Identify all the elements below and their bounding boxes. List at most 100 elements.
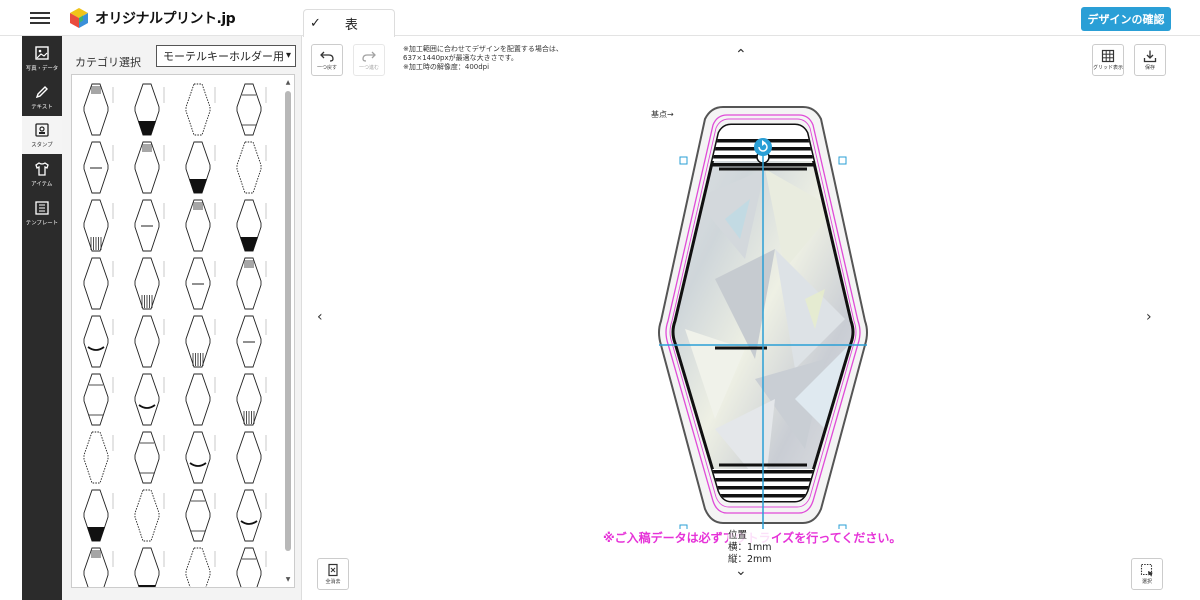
undo-icon (320, 51, 334, 62)
stamp-thumbnail[interactable] (184, 545, 224, 587)
site-logo[interactable]: オリジナルプリント.jp (68, 6, 236, 30)
stamp-thumbnail[interactable] (82, 371, 122, 429)
stamp-thumbnail[interactable] (133, 81, 173, 139)
sidebar-item-template[interactable]: テンプレート (22, 194, 62, 232)
clear-label: 全消去 (325, 579, 341, 585)
redo-button[interactable]: 一つ進む (353, 44, 385, 76)
image-icon (35, 45, 49, 60)
scroll-thumb[interactable] (285, 91, 291, 551)
select-icon (1140, 563, 1153, 577)
stamp-thumbnail[interactable] (184, 429, 224, 487)
scroll-up-icon[interactable]: ▲ (284, 79, 292, 86)
template-icon (35, 200, 49, 215)
keyholder-stamp-icon (185, 547, 216, 587)
stamp-thumbnail[interactable] (184, 139, 224, 197)
sidebar-item-photo[interactable]: 写真・データ (22, 39, 62, 77)
stamp-thumbnail[interactable] (235, 429, 275, 487)
stamp-thumbnail[interactable] (133, 197, 173, 255)
stamp-scrollbar[interactable]: ▲ ▼ (284, 79, 292, 583)
scroll-down-icon[interactable]: ▼ (284, 576, 292, 583)
stamp-thumbnail[interactable] (235, 487, 275, 545)
category-select[interactable]: モーテルキーホルダー用 ▾ (156, 45, 296, 67)
keyholder-stamp-icon (134, 547, 165, 587)
stamp-icon (35, 122, 49, 137)
cube-logo-icon (70, 8, 88, 28)
stamp-thumbnail[interactable] (184, 487, 224, 545)
stamp-grid-box: ▲ ▼ (71, 74, 295, 588)
stamp-thumbnail[interactable] (82, 81, 122, 139)
stamp-thumbnail[interactable] (133, 371, 173, 429)
tab-front[interactable]: ✓ 表 (303, 9, 395, 37)
sidebar-item-item[interactable]: アイテム (22, 155, 62, 193)
tool-sidebar: 写真・データ テキスト スタンプ アイテム テンプレート (22, 36, 62, 600)
note-line-3: ※加工時の解像度：400dpi (403, 63, 490, 71)
position-readout: 位置 横：1mm 縦：2mm (728, 530, 772, 566)
stamp-thumbnail[interactable] (235, 313, 275, 371)
stamp-thumbnail[interactable] (133, 313, 173, 371)
chevron-down-icon: ▾ (285, 50, 291, 61)
stamp-thumbnail[interactable] (133, 487, 173, 545)
stamp-thumbnail[interactable] (184, 255, 224, 313)
stamp-thumbnail[interactable] (82, 487, 122, 545)
stamp-thumbnail[interactable] (82, 429, 122, 487)
stamp-thumbnail[interactable] (133, 429, 173, 487)
keyholder-stamp-icon (185, 315, 216, 368)
rotate-handle-icon[interactable] (754, 138, 772, 156)
keyholder-stamp-icon (83, 257, 114, 310)
chevron-up-icon[interactable]: ⌃ (735, 47, 747, 63)
stamp-thumbnail[interactable] (133, 255, 173, 313)
sidebar-item-label: 写真・データ (25, 64, 59, 72)
select-button[interactable]: 選択 (1131, 558, 1163, 590)
sidebar-item-text[interactable]: テキスト (22, 78, 62, 116)
stamp-thumbnail[interactable] (82, 139, 122, 197)
category-select-value: モーテルキーホルダー用 (163, 50, 284, 63)
keyholder-design[interactable] (655, 99, 871, 529)
keyholder-stamp-icon (83, 373, 114, 426)
stamp-thumbnail[interactable] (82, 313, 122, 371)
resize-handle-tl[interactable] (679, 156, 688, 165)
grid-toggle-button[interactable]: グリッド表示 (1092, 44, 1124, 76)
stamp-thumbnail[interactable] (82, 197, 122, 255)
stamp-thumbnail[interactable] (82, 545, 122, 587)
keyholder-stamp-icon (134, 315, 165, 368)
keyholder-stamp-icon (134, 199, 165, 252)
stamp-thumbnail[interactable] (133, 139, 173, 197)
position-title: 位置 (728, 530, 748, 541)
clear-all-button[interactable]: 全消去 (317, 558, 349, 590)
tab-front-label: 表 (344, 18, 358, 33)
top-bar: オリジナルプリント.jp ✓ 表 デザインの確認 (0, 0, 1200, 37)
stamp-thumbnail[interactable] (184, 197, 224, 255)
chevron-left-icon[interactable]: ‹ (317, 309, 323, 325)
shirt-icon (35, 161, 49, 176)
stamp-thumbnail[interactable] (235, 545, 275, 587)
sidebar-item-stamp[interactable]: スタンプ (22, 116, 62, 154)
stamp-thumbnail[interactable] (235, 139, 275, 197)
stamp-thumbnail[interactable] (235, 197, 275, 255)
stamp-thumbnail[interactable] (184, 313, 224, 371)
stamp-thumbnail[interactable] (184, 371, 224, 429)
stamp-thumbnail[interactable] (133, 545, 173, 587)
keyholder-stamp-icon (83, 547, 114, 587)
clear-icon (328, 563, 338, 577)
stamp-thumbnail[interactable] (235, 81, 275, 139)
stamp-panel: カテゴリ選択 モーテルキーホルダー用 ▾ ▲ ▼ (62, 36, 302, 600)
confirm-design-button[interactable]: デザインの確認 (1081, 7, 1171, 31)
position-x: 横：1mm (728, 542, 772, 553)
keyholder-stamp-icon (185, 431, 216, 484)
stamp-thumbnail[interactable] (82, 255, 122, 313)
download-icon (1143, 50, 1157, 63)
redo-label: 一つ進む (358, 65, 379, 71)
stamp-thumbnail[interactable] (235, 371, 275, 429)
keyholder-stamp-icon (134, 489, 165, 542)
keyholder-stamp-icon (134, 373, 165, 426)
save-button[interactable]: 保存 (1134, 44, 1166, 76)
sidebar-item-label: アイテム (31, 180, 53, 188)
keyholder-stamp-icon (236, 315, 267, 368)
chevron-right-icon[interactable]: › (1146, 309, 1152, 325)
undo-button[interactable]: 一つ戻す (311, 44, 343, 76)
hamburger-menu-icon[interactable] (30, 9, 52, 27)
stamp-thumbnail[interactable] (184, 81, 224, 139)
keyholder-stamp-icon (134, 141, 165, 194)
resize-handle-tr[interactable] (838, 156, 847, 165)
stamp-thumbnail[interactable] (235, 255, 275, 313)
